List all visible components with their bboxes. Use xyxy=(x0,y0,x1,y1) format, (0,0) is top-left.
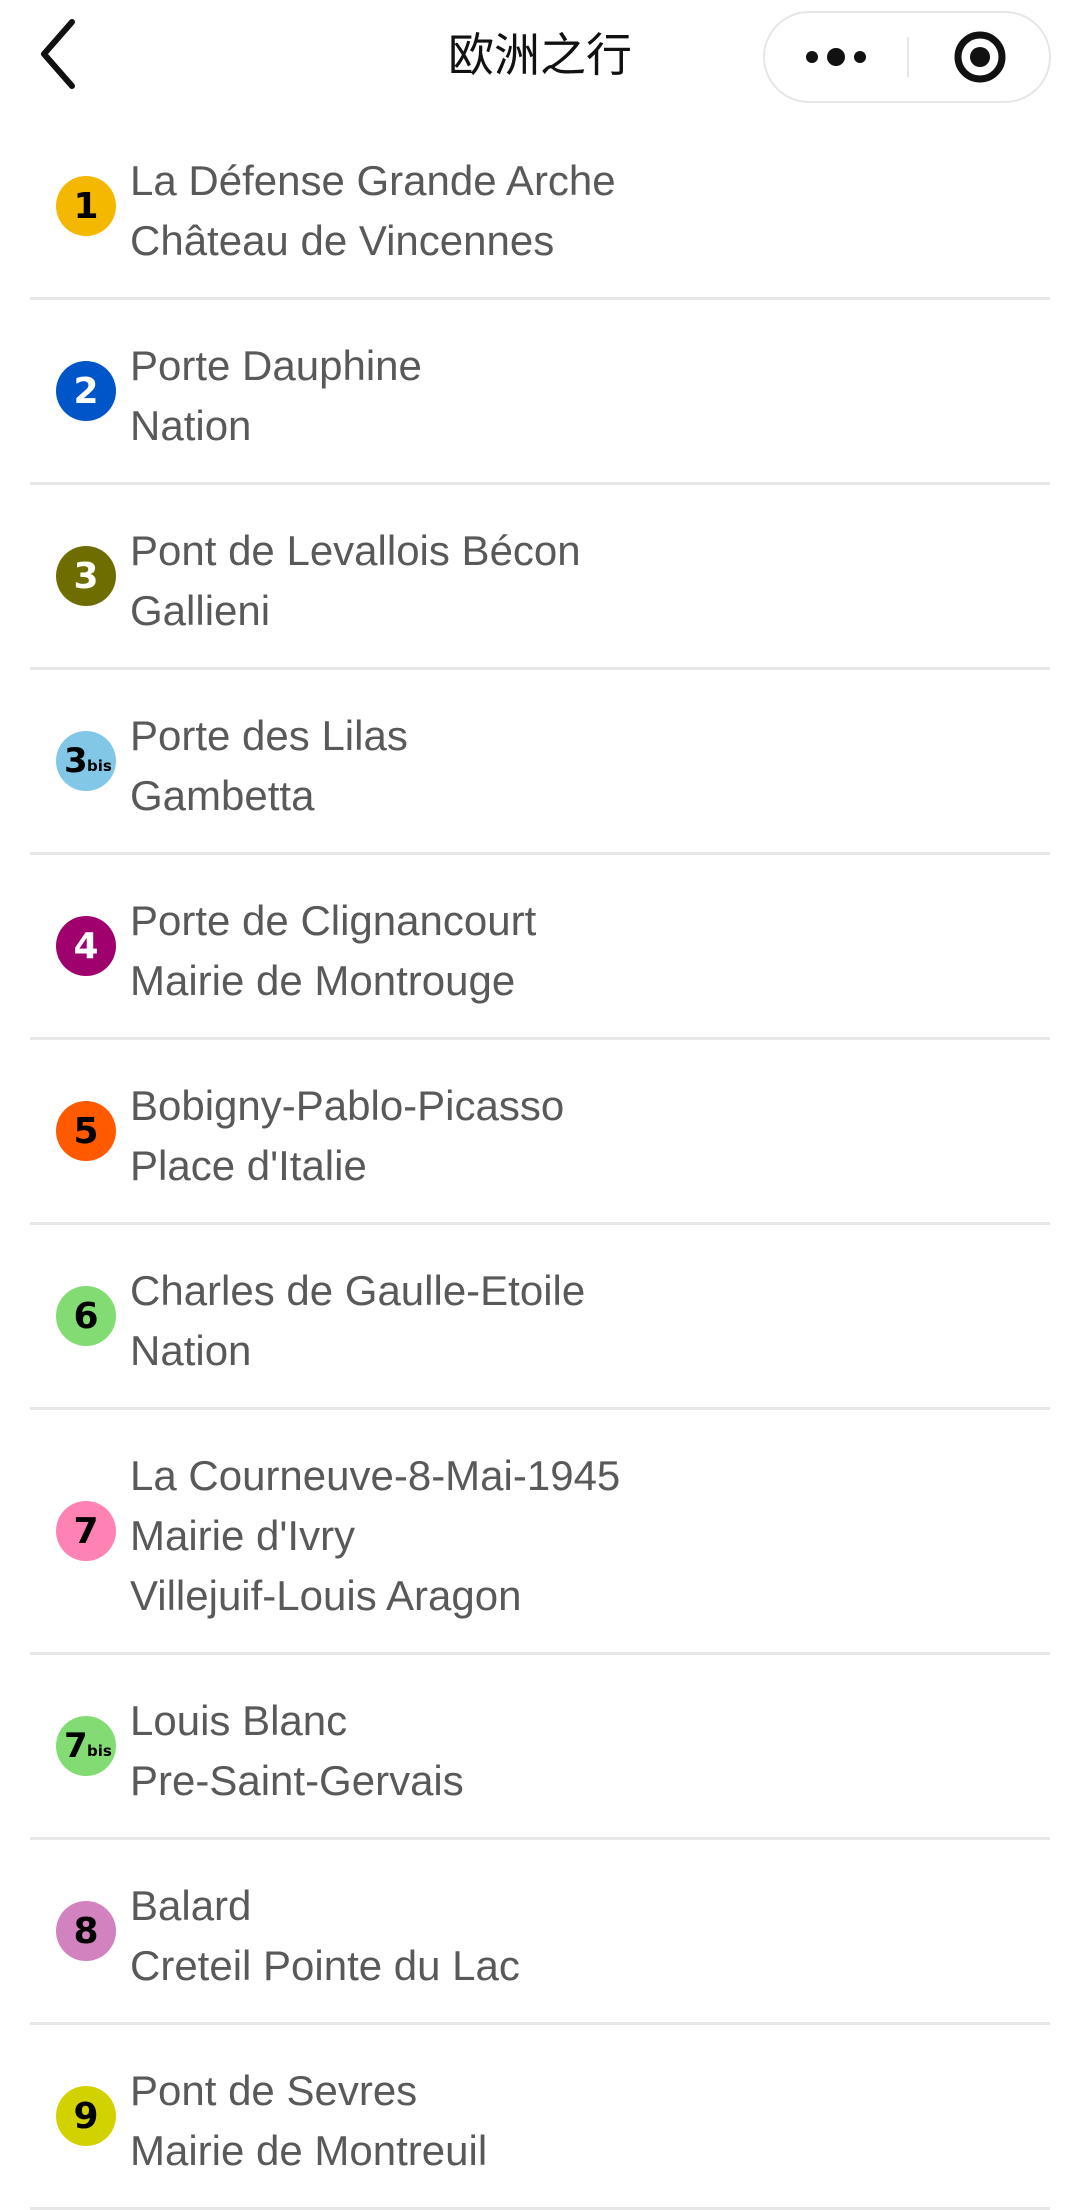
terminus-station: Gambetta xyxy=(130,772,315,819)
line-row-1[interactable]: 1 La Défense Grande Arche Château de Vince… xyxy=(30,115,1050,300)
line-row-6[interactable]: 6 Charles de Gaulle-Etoile Nation xyxy=(30,1225,1050,1410)
line-number: 1 xyxy=(73,186,98,227)
terminus-station: Nation xyxy=(130,402,252,449)
line-number: 9 xyxy=(73,2096,98,2137)
line-badge-icon: 3 xyxy=(56,546,116,606)
line-row-7bis[interactable]: 7 bis Louis Blanc Pre-Saint-Gervais xyxy=(30,1655,1050,1840)
mini-program-capsule xyxy=(763,11,1051,103)
terminus-station: Creteil Pointe du Lac xyxy=(130,1942,520,1989)
target-close-icon xyxy=(954,31,1006,83)
navigation-bar: 欧洲之行 xyxy=(0,0,1080,115)
chevron-left-icon xyxy=(41,19,75,89)
line-row-8[interactable]: 8 Balard Creteil Pointe du Lac xyxy=(30,1840,1050,2025)
terminus-station: Mairie de Montreuil xyxy=(130,2127,488,2174)
line-badge-icon: 2 xyxy=(56,361,116,421)
line-number: 3 xyxy=(64,741,88,781)
terminus-station: Place d'Italie xyxy=(130,1142,367,1189)
line-badge-icon: 5 xyxy=(56,1101,116,1161)
line-badge-icon: 3 bis xyxy=(56,731,116,791)
line-number: 8 xyxy=(73,1911,98,1952)
terminus-station: Charles de Gaulle-Etoile xyxy=(130,1267,586,1314)
terminus-list: Louis Blanc Pre-Saint-Gervais xyxy=(130,1691,1050,1811)
terminus-list: La Courneuve-8-Mai-1945 Mairie d'Ivry Vill… xyxy=(130,1446,1050,1626)
terminus-station: Mairie de Montrouge xyxy=(130,957,516,1004)
terminus-station: La Défense Grande Arche xyxy=(130,157,616,204)
line-number: 7 xyxy=(73,1511,98,1552)
terminus-station: Pont de Levallois Bécon xyxy=(130,527,581,574)
metro-line-list: 1 La Défense Grande Arche Château de Vince… xyxy=(0,115,1080,2210)
line-number: 2 xyxy=(73,371,98,412)
terminus-station: Pre-Saint-Gervais xyxy=(130,1757,464,1804)
terminus-station: Villejuif-Louis Aragon xyxy=(130,1572,522,1619)
terminus-station: Porte de Clignancourt xyxy=(130,897,537,944)
line-row-4[interactable]: 4 Porte de Clignancourt Mairie de Montroug… xyxy=(30,855,1050,1040)
page-title: 欧洲之行 xyxy=(448,28,632,82)
terminus-list: Bobigny-Pablo-Picasso Place d'Italie xyxy=(130,1076,1050,1196)
terminus-station: Porte Dauphine xyxy=(130,342,422,389)
terminus-list: Balard Creteil Pointe du Lac xyxy=(130,1876,1050,1996)
line-suffix: bis xyxy=(87,757,112,775)
close-button[interactable] xyxy=(909,13,1051,101)
terminus-station: La Courneuve-8-Mai-1945 xyxy=(130,1452,621,1499)
line-row-3[interactable]: 3 Pont de Levallois Bécon Gallieni xyxy=(30,485,1050,670)
terminus-station: Louis Blanc xyxy=(130,1697,348,1744)
line-row-3bis[interactable]: 3 bis Porte des Lilas Gambetta xyxy=(30,670,1050,855)
terminus-station: Gallieni xyxy=(130,587,271,634)
terminus-station: Pont de Sevres xyxy=(130,2067,418,2114)
line-badge-icon: 7 xyxy=(56,1501,116,1561)
line-row-7[interactable]: 7 La Courneuve-8-Mai-1945 Mairie d'Ivry Vil… xyxy=(30,1410,1050,1655)
line-number: 6 xyxy=(73,1296,98,1337)
line-badge-icon: 1 xyxy=(56,176,116,236)
terminus-station: Mairie d'Ivry xyxy=(130,1512,356,1559)
line-badge-icon: 7 bis xyxy=(56,1716,116,1776)
terminus-station: Porte des Lilas xyxy=(130,712,408,759)
terminus-station: Balard xyxy=(130,1882,252,1929)
line-number: 3 xyxy=(73,556,98,597)
terminus-list: Porte Dauphine Nation xyxy=(130,336,1050,456)
terminus-list: Porte des Lilas Gambetta xyxy=(130,706,1050,826)
line-row-5[interactable]: 5 Bobigny-Pablo-Picasso Place d'Italie xyxy=(30,1040,1050,1225)
more-button[interactable] xyxy=(765,13,907,101)
terminus-station: Château de Vincennes xyxy=(130,217,555,264)
terminus-list: Pont de Levallois Bécon Gallieni xyxy=(130,521,1050,641)
terminus-list: Porte de Clignancourt Mairie de Montrouge xyxy=(130,891,1050,1011)
line-suffix: bis xyxy=(87,1742,112,1760)
terminus-list: La Défense Grande Arche Château de Vincen… xyxy=(130,151,1050,271)
terminus-list: Charles de Gaulle-Etoile Nation xyxy=(130,1261,1050,1381)
line-badge-icon: 4 xyxy=(56,916,116,976)
terminus-station: Bobigny-Pablo-Picasso xyxy=(130,1082,565,1129)
back-button[interactable] xyxy=(30,14,94,94)
terminus-list: Pont de Sevres Mairie de Montreuil xyxy=(130,2061,1050,2181)
line-number: 5 xyxy=(73,1111,98,1152)
line-badge-icon: 6 xyxy=(56,1286,116,1346)
terminus-station: Nation xyxy=(130,1327,252,1374)
line-badge-icon: 8 xyxy=(56,1901,116,1961)
line-number: 4 xyxy=(73,926,98,967)
line-row-2[interactable]: 2 Porte Dauphine Nation xyxy=(30,300,1050,485)
line-row-9[interactable]: 9 Pont de Sevres Mairie de Montreuil xyxy=(30,2025,1050,2210)
more-dots-icon xyxy=(806,48,866,66)
line-badge-icon: 9 xyxy=(56,2086,116,2146)
line-number: 7 xyxy=(64,1726,88,1766)
